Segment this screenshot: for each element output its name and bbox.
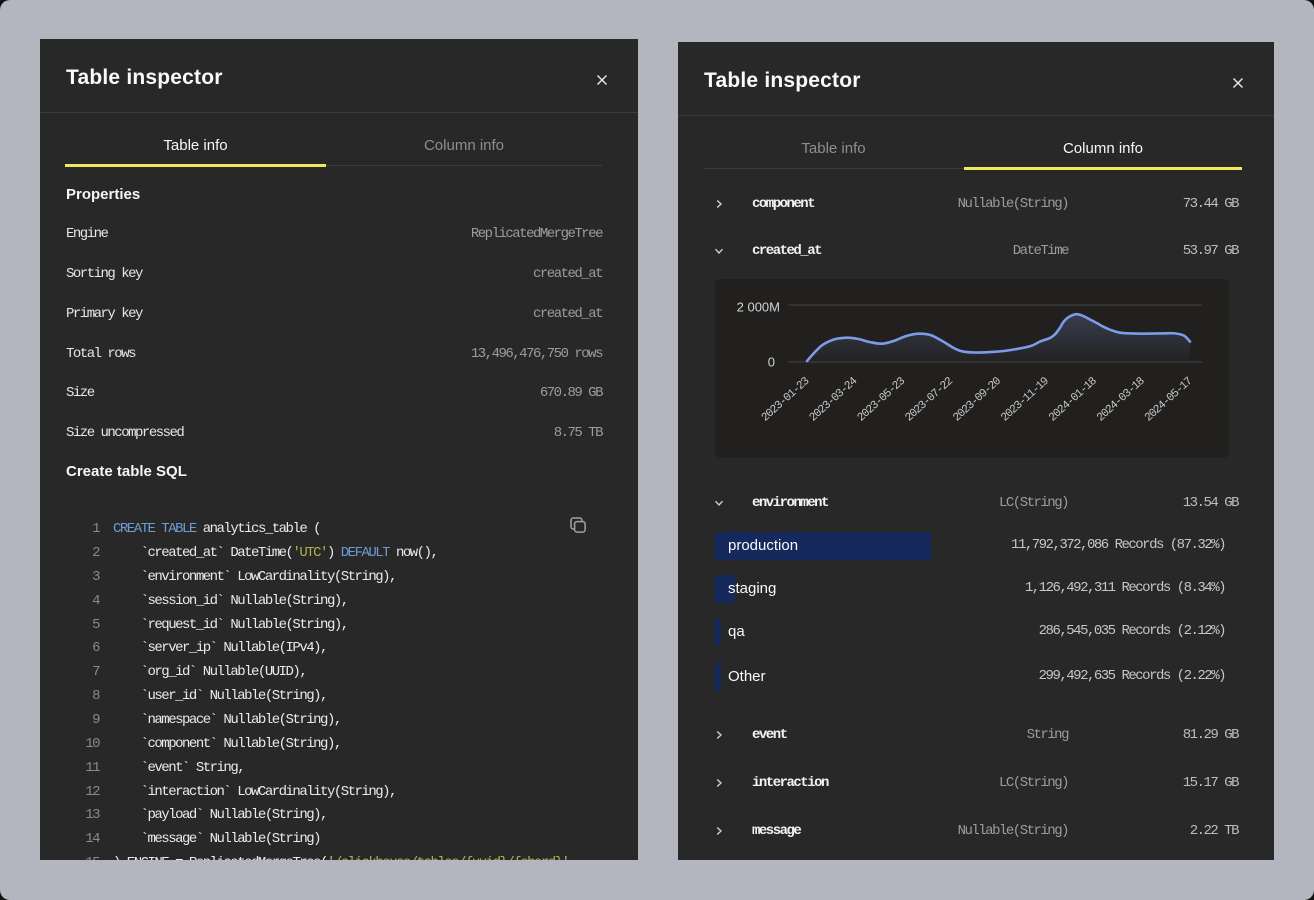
svg-text:2023-11-19: 2023-11-19	[999, 375, 1052, 425]
svg-text:2024-03-18: 2024-03-18	[1094, 375, 1147, 425]
svg-text:2023-03-24: 2023-03-24	[807, 375, 860, 425]
svg-text:2024-01-18: 2024-01-18	[1047, 375, 1100, 425]
svg-text:2023-05-23: 2023-05-23	[855, 375, 908, 425]
svg-text:0: 0	[768, 355, 775, 370]
svg-text:2023-09-20: 2023-09-20	[951, 375, 1004, 425]
svg-text:2023-07-22: 2023-07-22	[903, 375, 956, 425]
svg-text:2 000M: 2 000M	[737, 300, 780, 315]
svg-text:2024-05-17: 2024-05-17	[1142, 375, 1195, 424]
svg-text:2023-01-23: 2023-01-23	[759, 375, 812, 425]
